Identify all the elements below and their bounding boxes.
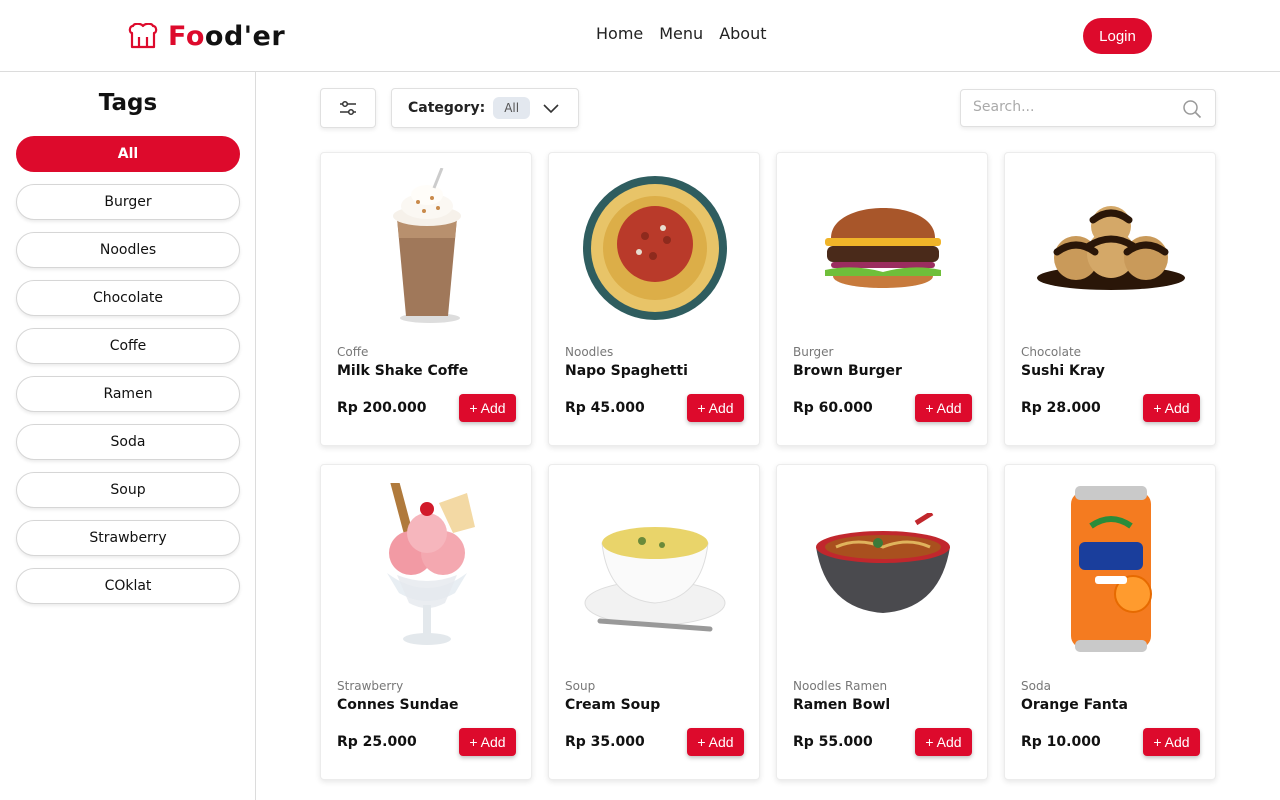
search-box	[960, 89, 1216, 127]
product-card[interactable]: Coffe Milk Shake Coffe Rp 200.000 + Add	[320, 152, 532, 446]
product-category: Strawberry	[337, 679, 404, 693]
product-category: Coffe	[337, 345, 369, 359]
brand-name-rest: od'er	[204, 20, 286, 52]
product-card[interactable]: Soda Orange Fanta Rp 10.000 + Add	[1004, 464, 1216, 780]
brand-logo[interactable]: Food'er	[128, 18, 285, 54]
tag-all[interactable]: All	[16, 136, 240, 172]
add-to-cart-button[interactable]: + Add	[915, 394, 972, 422]
milkshake-image	[321, 153, 533, 343]
product-name: Orange Fanta	[1021, 697, 1128, 713]
product-category: Burger	[793, 345, 834, 359]
product-price: Rp 45.000	[565, 400, 645, 416]
nav-menu[interactable]: Menu	[659, 24, 703, 43]
product-card[interactable]: Chocolate Sushi Kray Rp 28.000 + Add	[1004, 152, 1216, 446]
nav-about[interactable]: About	[719, 24, 766, 43]
product-name: Napo Spaghetti	[565, 363, 688, 379]
product-card[interactable]: Strawberry Connes Sundae Rp 25.000 + Add	[320, 464, 532, 780]
category-selected-value: All	[493, 97, 531, 119]
add-to-cart-button[interactable]: + Add	[1143, 394, 1200, 422]
spaghetti-image	[549, 153, 761, 343]
product-price: Rp 25.000	[337, 734, 417, 750]
tag-coklat[interactable]: COklat	[16, 568, 240, 604]
tag-soup[interactable]: Soup	[16, 472, 240, 508]
burger-image	[777, 153, 989, 343]
product-card[interactable]: Burger Brown Burger Rp 60.000 + Add	[776, 152, 988, 446]
tag-burger[interactable]: Burger	[16, 184, 240, 220]
add-to-cart-button[interactable]: + Add	[459, 728, 516, 756]
product-name: Milk Shake Coffe	[337, 363, 469, 379]
top-header: Food'er Home Menu About Login	[0, 0, 1280, 72]
product-price: Rp 28.000	[1021, 400, 1101, 416]
add-to-cart-button[interactable]: + Add	[687, 394, 744, 422]
product-card[interactable]: Soup Cream Soup Rp 35.000 + Add	[548, 464, 760, 780]
tag-soda[interactable]: Soda	[16, 424, 240, 460]
product-name: Brown Burger	[793, 363, 902, 379]
nav-home[interactable]: Home	[596, 24, 643, 43]
tag-coffe[interactable]: Coffe	[16, 328, 240, 364]
tag-strawberry[interactable]: Strawberry	[16, 520, 240, 556]
product-price: Rp 200.000	[337, 400, 427, 416]
chevron-down-icon	[543, 104, 559, 114]
product-card[interactable]: Noodles Napo Spaghetti Rp 45.000 + Add	[548, 152, 760, 446]
login-button[interactable]: Login	[1083, 18, 1152, 54]
brand-name-accent: Fo	[168, 20, 205, 52]
sidebar-title: Tags	[98, 90, 158, 116]
product-name: Cream Soup	[565, 697, 661, 713]
tags-sidebar: Tags All Burger Noodles Chocolate Coffe …	[0, 72, 256, 800]
product-price: Rp 35.000	[565, 734, 645, 750]
add-to-cart-button[interactable]: + Add	[459, 394, 516, 422]
product-category: Noodles	[565, 345, 614, 359]
tag-chocolate[interactable]: Chocolate	[16, 280, 240, 316]
brand-name: Food'er	[168, 21, 285, 52]
add-to-cart-button[interactable]: + Add	[1143, 728, 1200, 756]
product-category: Soda	[1021, 679, 1051, 693]
category-dropdown[interactable]: Category: All	[391, 88, 579, 128]
chef-hat-icon	[128, 23, 158, 49]
soup-image	[549, 465, 761, 671]
category-label: Category:	[408, 100, 486, 116]
tag-ramen[interactable]: Ramen	[16, 376, 240, 412]
main-nav: Home Menu About	[596, 24, 767, 43]
chocolate-puffs-image	[1005, 153, 1217, 343]
product-name: Sushi Kray	[1021, 363, 1105, 379]
search-input[interactable]	[973, 99, 1173, 115]
product-category: Noodles Ramen	[793, 679, 888, 693]
product-card[interactable]: Noodles Ramen Ramen Bowl Rp 55.000 + Add	[776, 464, 988, 780]
product-name: Ramen Bowl	[793, 697, 891, 713]
sundae-image	[321, 465, 533, 671]
product-price: Rp 60.000	[793, 400, 873, 416]
product-price: Rp 10.000	[1021, 734, 1101, 750]
add-to-cart-button[interactable]: + Add	[915, 728, 972, 756]
tag-noodles[interactable]: Noodles	[16, 232, 240, 268]
add-to-cart-button[interactable]: + Add	[687, 728, 744, 756]
product-category: Chocolate	[1021, 345, 1082, 359]
filter-button[interactable]	[320, 88, 376, 128]
product-name: Connes Sundae	[337, 697, 459, 713]
fanta-can-image	[1005, 465, 1217, 671]
product-category: Soup	[565, 679, 596, 693]
product-price: Rp 55.000	[793, 734, 873, 750]
search-icon[interactable]	[1182, 99, 1202, 119]
ramen-image	[777, 465, 989, 671]
sliders-icon	[340, 100, 356, 116]
